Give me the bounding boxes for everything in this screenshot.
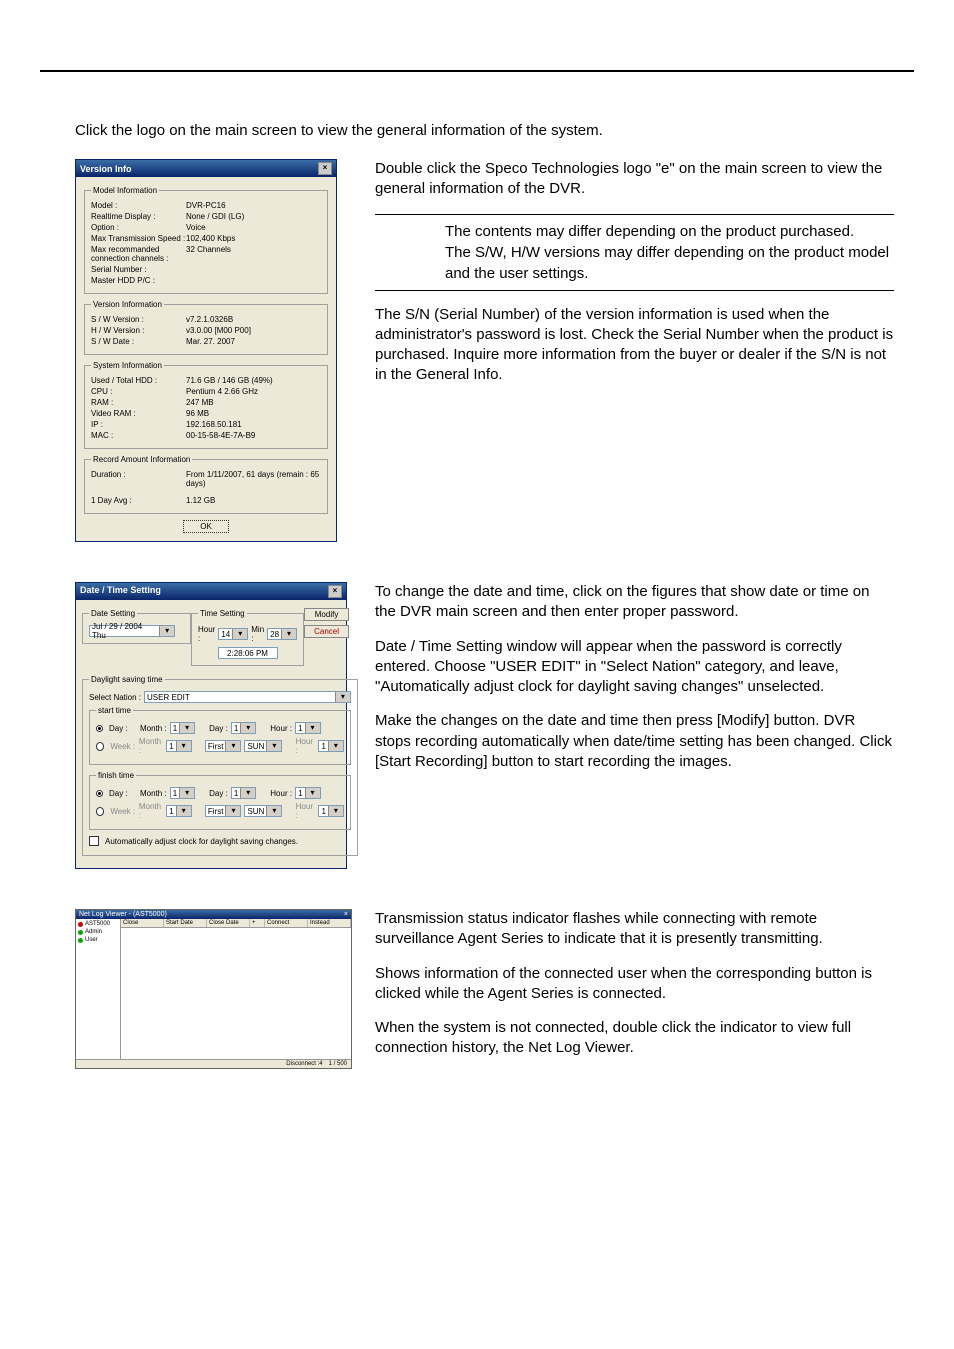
finish-day-radio[interactable] — [96, 790, 103, 797]
page-header-rule — [40, 0, 914, 72]
chevron-down-icon: ▾ — [281, 629, 296, 639]
chevron-down-icon: ▾ — [232, 629, 247, 639]
start-week-month: 1▾ — [166, 740, 191, 752]
status-disconnect: Disconnect :4 — [286, 1061, 322, 1067]
chevron-down-icon[interactable]: ▾ — [159, 626, 174, 636]
finish-month-select[interactable]: 1▾ — [170, 787, 195, 799]
date-setting-group: Date Setting Jul / 29 / 2004 Thu▾ — [82, 609, 191, 644]
net-paragraph-3: When the system is not connected, double… — [375, 1018, 894, 1059]
start-month-select[interactable]: 1▾ — [170, 722, 195, 734]
select-nation[interactable]: USER EDIT▾ — [144, 691, 351, 703]
finish-time-group: finish time Day : Month : 1▾ Day : 1▾ — [89, 771, 351, 830]
dialog-titlebar: Version Info × — [76, 160, 336, 177]
netlog-sidebar: AST5000 Admin User — [76, 919, 121, 1059]
time-setting-group: Time Setting Hour : 14▾ Min : 28▾ 2:28:0… — [191, 609, 304, 666]
netlog-title: Net Log Viewer - (AST5000) — [79, 911, 167, 918]
record-info-group: Record Amount Information Duration :From… — [84, 455, 328, 514]
datetime-dialog: Date / Time Setting × Date Setting Jul /… — [75, 582, 347, 869]
date-field[interactable]: Jul / 29 / 2004 Thu▾ — [89, 625, 175, 637]
dst-group: Daylight saving time Select Nation : USE… — [82, 675, 358, 856]
dt-paragraph-2: Date / Time Setting window will appear w… — [375, 637, 894, 698]
start-time-group: start time Day : Month : 1▾ Day : 1▾ H — [89, 706, 351, 765]
finish-week-month: 1▾ — [166, 805, 191, 817]
netlog-dialog: Net Log Viewer - (AST5000) × AST5000 Adm… — [75, 909, 352, 1069]
finish-week-hour: 1▾ — [318, 805, 343, 817]
version-legend: Version Information — [91, 300, 164, 309]
start-week-radio[interactable] — [96, 742, 104, 751]
status-dot-icon — [78, 930, 83, 935]
start-week-ord: First▾ — [205, 740, 242, 752]
start-hour-select[interactable]: 1▾ — [295, 722, 320, 734]
close-icon[interactable]: × — [344, 911, 348, 918]
netlog-table-header: Close Start Date Close Date + Connect In… — [121, 919, 351, 928]
finish-week-radio[interactable] — [96, 807, 104, 816]
model-info-group: Model Information Model :DVR-PC16 Realti… — [84, 186, 328, 294]
modify-button[interactable]: Modify — [304, 608, 349, 621]
hour-select[interactable]: 14▾ — [218, 628, 248, 640]
minute-select[interactable]: 28▾ — [267, 628, 297, 640]
finish-week-dow: SUN▾ — [244, 805, 282, 817]
finish-week-ord: First▾ — [205, 805, 242, 817]
start-week-hour: 1▾ — [318, 740, 343, 752]
dt-paragraph-3: Make the changes on the date and time th… — [375, 711, 894, 772]
finish-day-select[interactable]: 1▾ — [231, 787, 256, 799]
netlog-side-item: User — [78, 937, 118, 943]
netlog-statusbar: Disconnect :4 1 / 500 — [76, 1059, 351, 1068]
dt-paragraph-1: To change the date and time, click on th… — [375, 582, 894, 623]
auto-dst-label: Automatically adjust clock for daylight … — [105, 837, 298, 846]
status-dot-icon — [78, 938, 83, 943]
note-line-2: The S/W, H/W versions may differ dependi… — [445, 242, 894, 284]
chevron-down-icon: ▾ — [335, 692, 350, 702]
model-legend: Model Information — [91, 186, 159, 195]
status-dot-icon — [78, 922, 83, 927]
status-paging: 1 / 500 — [329, 1061, 347, 1067]
note-block: The contents may differ depending on the… — [375, 214, 894, 291]
start-week-dow: SUN▾ — [244, 740, 282, 752]
record-legend: Record Amount Information — [91, 455, 192, 464]
auto-dst-checkbox[interactable] — [89, 836, 99, 846]
version-info-group: Version Information S / W Version :v7.2.… — [84, 300, 328, 355]
version-info-dialog: Version Info × Model Information Model :… — [75, 159, 337, 542]
system-legend: System Information — [91, 361, 164, 370]
start-day-select[interactable]: 1▾ — [231, 722, 256, 734]
netlog-table: Close Start Date Close Date + Connect In… — [121, 919, 351, 1059]
net-paragraph-2: Shows information of the connected user … — [375, 964, 894, 1005]
dst-legend: Daylight saving time — [89, 675, 165, 684]
finish-hour-select[interactable]: 1▾ — [295, 787, 320, 799]
version-paragraph-1: Double click the Speco Technologies logo… — [375, 159, 894, 200]
note-line-1: The contents may differ depending on the… — [445, 221, 894, 242]
netlog-side-item: Admin — [78, 929, 118, 935]
system-info-group: System Information Used / Total HDD :71.… — [84, 361, 328, 449]
intro-text: Click the logo on the main screen to vie… — [75, 122, 894, 139]
net-paragraph-1: Transmission status indicator flashes wh… — [375, 909, 894, 950]
clock-display: 2:28:06 PM — [218, 647, 278, 659]
time-legend: Time Setting — [198, 609, 247, 618]
cancel-button[interactable]: Cancel — [304, 625, 349, 638]
dialog-title: Version Info — [80, 164, 132, 174]
version-paragraph-2: The S/N (Serial Number) of the version i… — [375, 305, 894, 386]
start-day-radio[interactable] — [96, 725, 103, 732]
date-legend: Date Setting — [89, 609, 137, 618]
close-icon[interactable]: × — [318, 162, 332, 175]
netlog-side-item: AST5000 — [78, 921, 118, 927]
ok-button[interactable]: OK — [183, 520, 229, 533]
close-icon[interactable]: × — [328, 585, 342, 598]
datetime-title: Date / Time Setting — [80, 585, 161, 598]
